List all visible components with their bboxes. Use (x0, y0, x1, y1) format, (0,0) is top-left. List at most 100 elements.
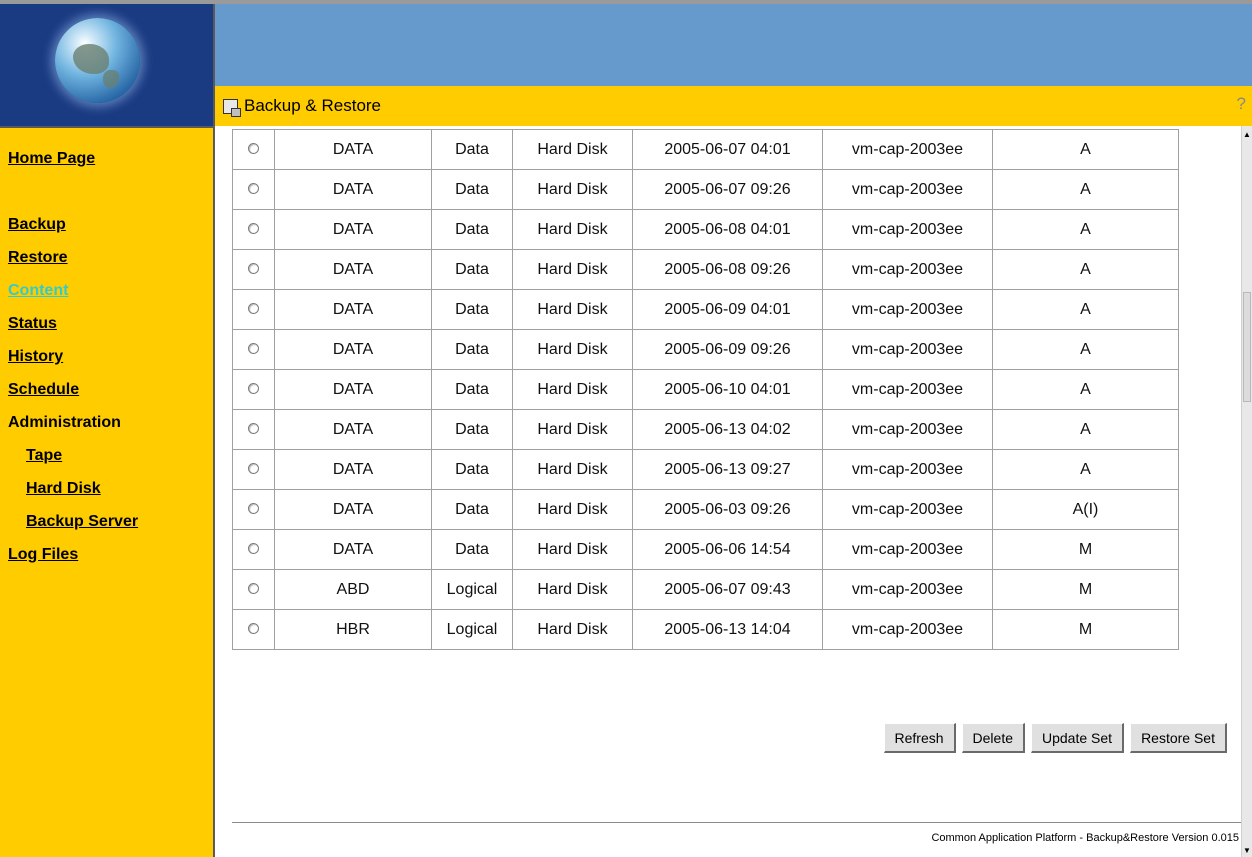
cell-host: vm-cap-2003ee (822, 249, 993, 290)
table-row[interactable]: DATA Data Hard Disk 2005-06-07 04:01 vm-cap-… (232, 129, 1179, 170)
row-select-radio[interactable] (248, 462, 259, 474)
globe-logo-icon (55, 18, 140, 103)
row-select-radio[interactable] (248, 182, 259, 194)
cell-mode: M (992, 529, 1179, 570)
table-row[interactable]: DATA Data Hard Disk 2005-06-06 14:54 vm-cap-… (232, 529, 1179, 570)
cell-media: Hard Disk (512, 529, 633, 570)
row-select-radio[interactable] (248, 302, 259, 314)
table-row[interactable]: DATA Data Hard Disk 2005-06-09 09:26 vm-cap-… (232, 329, 1179, 370)
cell-host: vm-cap-2003ee (822, 569, 993, 610)
sidebar-item-history[interactable]: History (0, 340, 213, 373)
cell-media: Hard Disk (512, 209, 633, 250)
scrollbar-thumb[interactable] (1243, 292, 1251, 402)
sidebar-item-restore[interactable]: Restore (0, 241, 213, 274)
cell-type: Logical (431, 569, 513, 610)
cell-host: vm-cap-2003ee (822, 489, 993, 530)
cell-host: vm-cap-2003ee (822, 609, 993, 650)
cell-date: 2005-06-13 04:02 (632, 409, 823, 450)
cell-host: vm-cap-2003ee (822, 209, 993, 250)
select-cell (232, 609, 275, 650)
delete-button[interactable]: Delete (961, 723, 1025, 753)
select-cell (232, 369, 275, 410)
cell-mode: A (992, 129, 1179, 170)
vertical-scrollbar[interactable]: ▲ ▼ (1241, 126, 1252, 857)
action-buttons: Refresh Delete Update Set Restore Set (883, 723, 1227, 753)
update-set-button[interactable]: Update Set (1031, 723, 1125, 753)
row-select-radio[interactable] (248, 502, 259, 514)
sidebar-item-content[interactable]: Content (0, 274, 213, 307)
cell-name: DATA (274, 249, 432, 290)
table-row[interactable]: DATA Data Hard Disk 2005-06-09 04:01 vm-cap-… (232, 289, 1179, 330)
table-row[interactable]: DATA Data Hard Disk 2005-06-08 09:26 vm-cap-… (232, 249, 1179, 290)
sidebar-item-tape[interactable]: Tape (0, 439, 213, 472)
cell-host: vm-cap-2003ee (822, 529, 993, 570)
cell-name: DATA (274, 169, 432, 210)
cell-mode: M (992, 569, 1179, 610)
cell-mode: A (992, 209, 1179, 250)
select-cell (232, 529, 275, 570)
table-row[interactable]: DATA Data Hard Disk 2005-06-13 04:02 vm-cap-… (232, 409, 1179, 450)
cell-date: 2005-06-09 09:26 (632, 329, 823, 370)
cell-media: Hard Disk (512, 329, 633, 370)
select-cell (232, 569, 275, 610)
row-select-radio[interactable] (248, 222, 259, 234)
sidebar-item-schedule[interactable]: Schedule (0, 373, 213, 406)
scroll-up-arrow-icon[interactable]: ▲ (1243, 130, 1251, 139)
sidebar-heading-administration: Administration (8, 414, 121, 431)
cell-type: Data (431, 369, 513, 410)
cell-date: 2005-06-08 09:26 (632, 249, 823, 290)
select-cell (232, 449, 275, 490)
cell-type: Logical (431, 609, 513, 650)
table-row[interactable]: ABD Logical Hard Disk 2005-06-07 09:43 vm-ca… (232, 569, 1179, 610)
cell-media: Hard Disk (512, 409, 633, 450)
cell-mode: A (992, 169, 1179, 210)
table-row[interactable]: DATA Data Hard Disk 2005-06-08 04:01 vm-cap-… (232, 209, 1179, 250)
cell-type: Data (431, 129, 513, 170)
cell-name: DATA (274, 209, 432, 250)
cell-name: DATA (274, 329, 432, 370)
sidebar-item-log-files[interactable]: Log Files (0, 538, 213, 571)
row-select-radio[interactable] (248, 142, 259, 154)
cell-mode: A (992, 329, 1179, 370)
page-title: Backup & Restore (244, 96, 382, 115)
cell-name: DATA (274, 409, 432, 450)
row-select-radio[interactable] (248, 542, 259, 554)
table-row[interactable]: DATA Data Hard Disk 2005-06-13 09:27 vm-cap-… (232, 449, 1179, 490)
row-select-radio[interactable] (248, 622, 259, 634)
restore-set-button[interactable]: Restore Set (1130, 723, 1227, 753)
top-banner (215, 4, 1252, 86)
select-cell (232, 129, 275, 170)
row-select-radio[interactable] (248, 422, 259, 434)
cell-mode: A (992, 289, 1179, 330)
backup-restore-icon (223, 98, 241, 117)
cell-date: 2005-06-03 09:26 (632, 489, 823, 530)
table-row[interactable]: DATA Data Hard Disk 2005-06-10 04:01 vm-cap-… (232, 369, 1179, 410)
cell-type: Data (431, 289, 513, 330)
table-row[interactable]: DATA Data Hard Disk 2005-06-07 09:26 vm-cap-… (232, 169, 1179, 210)
help-icon[interactable]: ? (1237, 94, 1246, 114)
cell-date: 2005-06-07 09:26 (632, 169, 823, 210)
refresh-button[interactable]: Refresh (883, 723, 956, 753)
cell-name: HBR (274, 609, 432, 650)
cell-host: vm-cap-2003ee (822, 329, 993, 370)
cell-host: vm-cap-2003ee (822, 129, 993, 170)
cell-date: 2005-06-10 04:01 (632, 369, 823, 410)
cell-mode: A(I) (992, 489, 1179, 530)
row-select-radio[interactable] (248, 262, 259, 274)
cell-type: Data (431, 409, 513, 450)
cell-type: Data (431, 529, 513, 570)
table-row[interactable]: HBR Logical Hard Disk 2005-06-13 14:04 vm-ca… (232, 609, 1179, 650)
scroll-down-arrow-icon[interactable]: ▼ (1243, 846, 1251, 855)
sidebar-item-hard-disk[interactable]: Hard Disk (0, 472, 213, 505)
row-select-radio[interactable] (248, 382, 259, 394)
row-select-radio[interactable] (248, 582, 259, 594)
cell-name: DATA (274, 529, 432, 570)
table-row[interactable]: DATA Data Hard Disk 2005-06-03 09:26 vm-cap-… (232, 489, 1179, 530)
row-select-radio[interactable] (248, 342, 259, 354)
sidebar-item-backup[interactable]: Backup (0, 208, 213, 241)
cell-mode: A (992, 449, 1179, 490)
sidebar-item-home-page[interactable]: Home Page (0, 142, 213, 175)
cell-type: Data (431, 249, 513, 290)
sidebar-item-status[interactable]: Status (0, 307, 213, 340)
sidebar-item-backup-server[interactable]: Backup Server (0, 505, 213, 538)
